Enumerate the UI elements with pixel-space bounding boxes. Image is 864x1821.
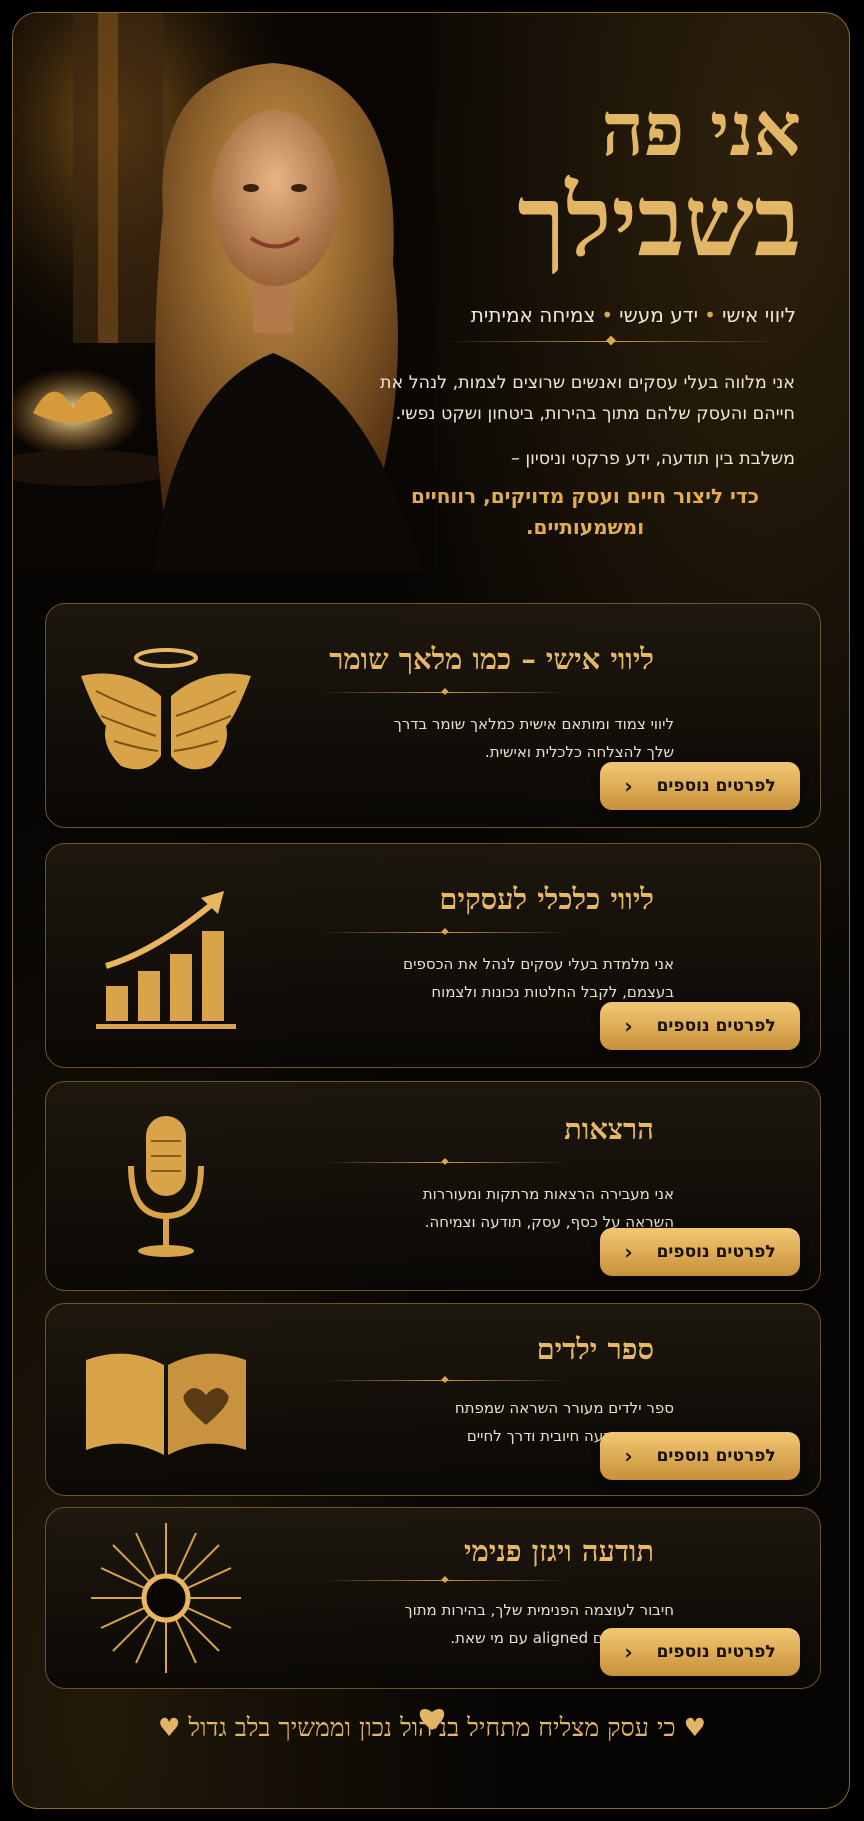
portrait-image [13, 13, 433, 573]
card-title: ליווי אישי – כמו מלאך שומר [329, 642, 654, 676]
service-card-book: ספר ילדים ספר ילדים מעורר השראה שמפתח ער… [45, 1303, 821, 1496]
hero-intro: אני מלווה בעלי עסקים ואנשים שרוצים לצמות… [375, 368, 795, 543]
more-details-button[interactable]: לפרטים נוספים ‹ [600, 1432, 800, 1480]
card-title: ליווי כלכלי לעסקים [439, 882, 654, 916]
intro-highlight: כדי ליצור חיים ועסק מדויקים, רווחיים ומש… [410, 484, 760, 539]
dot-icon: • [601, 303, 614, 327]
more-details-button[interactable]: לפרטים נוספים ‹ [600, 1228, 800, 1276]
open-book-icon [86, 1353, 246, 1455]
hero-section: אני פה בשבילך ליווי אישי•ידע מעשי•צמיחה … [13, 13, 849, 593]
card-divider [320, 1580, 570, 1581]
page-frame: אני פה בשבילך ליווי אישי•ידע מעשי•צמיחה … [12, 12, 850, 1809]
card-divider [320, 1380, 570, 1381]
growth-chart-icon [96, 890, 236, 1029]
sun-icon [91, 1523, 241, 1673]
microphone-icon [128, 1116, 204, 1257]
card-divider [320, 692, 570, 693]
more-details-button[interactable]: לפרטים נוספים ‹ [600, 1002, 800, 1050]
card-divider [320, 1162, 570, 1163]
more-details-button[interactable]: לפרטים נוספים ‹ [600, 1628, 800, 1676]
tagline-item-2: ידע מעשי [619, 303, 699, 327]
button-label: לפרטים נוספים [656, 1642, 776, 1662]
card-divider [320, 932, 570, 933]
dot-icon: • [704, 303, 716, 327]
chevron-left-icon: ‹ [624, 1240, 633, 1264]
hero-title-line1: אני פה [601, 87, 801, 173]
chevron-left-icon: ‹ [624, 1444, 633, 1468]
tagline-item-3: צמיחה אמיתית [470, 303, 596, 327]
footer-tagline: ♥ כי עסק מצליח מתחיל בניהול נכון וממשיך … [13, 1713, 849, 1743]
hero-title-line2: בשבילך [517, 164, 801, 279]
service-card-personal: ליווי אישי – כמו מלאך שומר ליווי צמוד ומ… [45, 603, 821, 828]
chevron-left-icon: ‹ [624, 774, 633, 798]
intro-mix-text: משלבת בין תודעה, ידע פרקטי וניסיון – [511, 449, 795, 469]
service-card-consciousness: תודעה ויגזן פנימי חיבור לעוצמה הפנימית ש… [45, 1507, 821, 1689]
tagline-item-1: ליווי אישי [721, 303, 796, 327]
footer-text: כי עסק מצליח מתחיל בניהול נכון וממשיך בל… [188, 1713, 676, 1742]
chevron-left-icon: ‹ [624, 1014, 633, 1038]
service-card-lectures: הרצאות אני מעבירה הרצאות מרתקות ומעוררות… [45, 1081, 821, 1291]
hero-title: אני פה בשבילך [517, 93, 801, 271]
card-title: הרצאות [564, 1112, 654, 1146]
button-label: לפרטים נוספים [656, 776, 776, 796]
card-description: ליווי צמוד ומותאם אישית כמלאך שומר בדרך … [393, 715, 674, 761]
service-card-financial: ליווי כלכלי לעסקים אני מלמדת בעלי עסקים … [45, 843, 821, 1068]
more-details-button[interactable]: לפרטים נוספים ‹ [600, 762, 800, 810]
heart-icon: ♥ [683, 1713, 706, 1742]
hero-divider [441, 341, 781, 342]
card-title: תודעה ויגזן פנימי [463, 1534, 654, 1568]
chevron-left-icon: ‹ [624, 1640, 633, 1664]
button-label: לפרטים נוספים [656, 1242, 776, 1262]
button-label: לפרטים נוספים [656, 1016, 776, 1036]
heart-icon: ♥ [158, 1713, 181, 1742]
card-title: ספר ילדים [536, 1332, 654, 1366]
intro-text: אני מלווה בעלי עסקים ואנשים שרוצים לצמות… [379, 373, 795, 424]
angel-wings-icon [81, 647, 251, 769]
hero-tagline: ליווי אישי•ידע מעשי•צמיחה אמיתית [471, 303, 796, 327]
button-label: לפרטים נוספים [656, 1446, 776, 1466]
